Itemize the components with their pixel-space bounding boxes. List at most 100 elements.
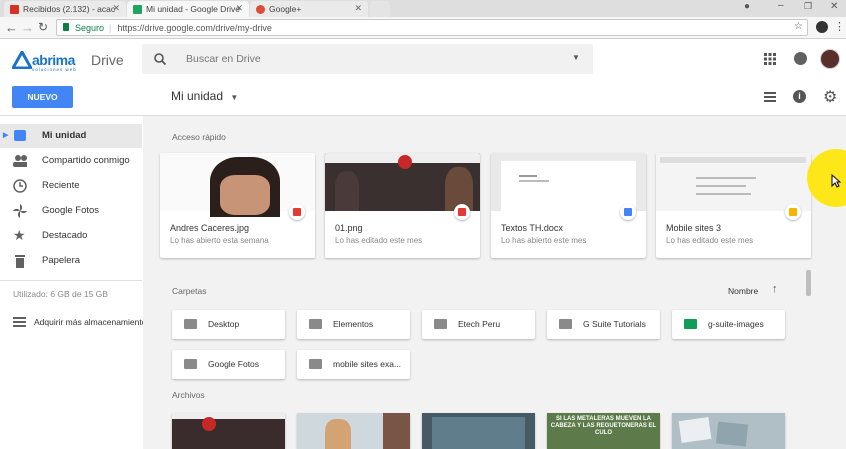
storage-usage: Utilizado: 6 GB de 15 GB bbox=[13, 289, 108, 299]
tab-label: Recibidos (2.132) - acac bbox=[23, 4, 116, 14]
file-name: Textos TH.docx bbox=[501, 223, 563, 233]
logo-subtitle: soluciones web bbox=[32, 67, 77, 72]
folder-name: mobile sites exa... bbox=[333, 359, 402, 369]
file-card[interactable] bbox=[172, 413, 285, 449]
buy-storage-label: Adquirir más almacenamiento bbox=[34, 317, 147, 327]
folder-name: Etech Peru bbox=[458, 319, 501, 329]
search-box[interactable]: Buscar en Drive ▼ bbox=[142, 44, 593, 74]
quick-access-heading: Acceso rápido bbox=[172, 132, 226, 142]
location-dropdown[interactable]: Mi unidad ▼ bbox=[171, 89, 238, 103]
drive-header: abrima soluciones web Drive Buscar en Dr… bbox=[0, 40, 846, 78]
page-title: Mi unidad bbox=[171, 89, 224, 103]
sort-name-button[interactable]: Nombre bbox=[728, 286, 758, 296]
new-button[interactable]: NUEVO bbox=[12, 86, 73, 108]
sidebar-item-starred[interactable]: ★ Destacado bbox=[0, 224, 142, 248]
folder-icon bbox=[184, 359, 197, 369]
file-card[interactable] bbox=[422, 413, 535, 449]
star-icon: ★ bbox=[13, 227, 26, 243]
profile-icon[interactable]: ● bbox=[744, 1, 750, 12]
buy-storage-link[interactable]: Adquirir más almacenamiento bbox=[0, 312, 160, 332]
bookmark-star-icon[interactable]: ☆ bbox=[794, 21, 803, 32]
doc-type-icon bbox=[620, 204, 636, 220]
folder-name: Elementos bbox=[333, 319, 374, 329]
product-name: Drive bbox=[91, 52, 124, 68]
forward-icon[interactable]: → bbox=[21, 20, 34, 35]
close-icon[interactable]: ✕ bbox=[112, 3, 120, 14]
people-icon bbox=[13, 155, 27, 167]
sidebar-divider bbox=[0, 280, 142, 281]
file-thumbnail-caption: SI LAS METALERAS MUEVEN LA CABEZA Y LAS … bbox=[550, 416, 657, 436]
minimize-icon[interactable]: – bbox=[778, 0, 784, 11]
settings-gear-icon[interactable]: ⚙ bbox=[823, 87, 837, 107]
sidebar-item-label: Mi unidad bbox=[42, 130, 87, 141]
folder-item[interactable]: Desktop bbox=[172, 310, 285, 339]
tab-label: Mi unidad - Google Drive bbox=[146, 4, 241, 14]
new-tab-button[interactable] bbox=[370, 1, 390, 17]
url-text: https://drive.google.com/drive/my-drive bbox=[117, 22, 272, 33]
browser-menu-icon[interactable]: ⋮ bbox=[834, 20, 845, 33]
sidebar-item-label: Destacado bbox=[42, 230, 88, 241]
file-activity: Lo has editado este mes bbox=[666, 236, 754, 245]
sidebar-item-trash[interactable]: Papelera bbox=[0, 249, 142, 273]
logo-icon bbox=[12, 51, 32, 69]
main-content: Acceso rápido Andres Caceres.jpg Lo has … bbox=[143, 116, 846, 449]
close-icon[interactable]: ✕ bbox=[354, 3, 362, 14]
folder-item[interactable]: Elementos bbox=[297, 310, 410, 339]
quick-access-card[interactable]: Andres Caceres.jpg Lo has abierto esta s… bbox=[160, 153, 315, 258]
file-card[interactable]: SI LAS METALERAS MUEVEN LA CABEZA Y LAS … bbox=[547, 413, 660, 449]
window-close-icon[interactable]: ✕ bbox=[830, 1, 838, 12]
tab-gmail[interactable]: Recibidos (2.132) - acac ✕ bbox=[4, 1, 126, 17]
folder-icon bbox=[184, 319, 197, 329]
file-thumbnail bbox=[491, 153, 646, 211]
list-view-icon[interactable] bbox=[764, 92, 776, 102]
slides-type-icon bbox=[785, 204, 801, 220]
sidebar-item-recent[interactable]: Reciente bbox=[0, 174, 142, 198]
maximize-icon[interactable]: ❐ bbox=[804, 1, 812, 12]
clock-icon bbox=[13, 179, 27, 193]
image-type-icon bbox=[454, 204, 470, 220]
apps-grid-icon[interactable] bbox=[764, 53, 776, 65]
sidebar-item-shared[interactable]: Compartido conmigo bbox=[0, 149, 142, 173]
folder-item[interactable]: Etech Peru bbox=[422, 310, 535, 339]
file-card[interactable] bbox=[672, 413, 785, 449]
image-type-icon bbox=[289, 204, 305, 220]
info-icon[interactable]: i bbox=[793, 90, 806, 103]
avatar[interactable] bbox=[820, 49, 840, 69]
sidebar-item-my-drive[interactable]: ▶ Mi unidad bbox=[0, 124, 142, 148]
search-input[interactable]: Buscar en Drive bbox=[186, 53, 261, 65]
notifications-icon[interactable] bbox=[794, 52, 807, 65]
file-name: Andres Caceres.jpg bbox=[170, 223, 250, 233]
caret-down-icon: ▼ bbox=[230, 93, 239, 102]
sidebar-item-photos[interactable]: Google Fotos bbox=[0, 199, 142, 223]
tab-google-plus[interactable]: Google+ ✕ bbox=[250, 1, 368, 17]
folder-item[interactable]: g-suite-images bbox=[672, 310, 785, 339]
back-icon[interactable]: ← bbox=[5, 20, 18, 35]
logo-text: abrima bbox=[32, 52, 75, 68]
file-card[interactable] bbox=[297, 413, 410, 449]
search-options-icon[interactable]: ▼ bbox=[572, 53, 580, 62]
quick-access-card[interactable]: Mobile sites 3 Lo has editado este mes bbox=[656, 153, 811, 258]
folder-item[interactable]: mobile sites exa... bbox=[297, 350, 410, 379]
folder-name: G Suite Tutorials bbox=[583, 319, 646, 329]
folder-item[interactable]: Google Fotos bbox=[172, 350, 285, 379]
sidebar-item-label: Compartido conmigo bbox=[42, 155, 130, 166]
folder-name: Google Fotos bbox=[208, 359, 260, 369]
quick-access-card[interactable]: Textos TH.docx Lo has abierto este mes bbox=[491, 153, 646, 258]
file-thumbnail bbox=[160, 153, 315, 217]
mouse-cursor-icon bbox=[831, 174, 841, 188]
sidebar-item-label: Google Fotos bbox=[42, 205, 100, 216]
quick-access-card[interactable]: 01.png Lo has editado este mes bbox=[325, 153, 480, 258]
drive-icon bbox=[133, 4, 142, 14]
folder-item[interactable]: G Suite Tutorials bbox=[547, 310, 660, 339]
url-input[interactable]: Seguro | https://drive.google.com/drive/… bbox=[56, 19, 808, 36]
address-bar: ← → ↻ Seguro | https://drive.google.com/… bbox=[0, 17, 846, 39]
reload-icon[interactable]: ↻ bbox=[38, 20, 48, 34]
close-icon[interactable]: ✕ bbox=[235, 3, 243, 14]
tab-drive[interactable]: Mi unidad - Google Drive ✕ bbox=[127, 1, 249, 17]
gmail-icon bbox=[10, 4, 19, 14]
scrollbar-thumb[interactable] bbox=[806, 270, 811, 296]
sort-arrow-up-icon[interactable]: ↑ bbox=[772, 283, 778, 295]
expand-arrow-icon[interactable]: ▶ bbox=[3, 131, 8, 139]
folder-name: Desktop bbox=[208, 319, 240, 329]
extension-icon[interactable] bbox=[816, 21, 828, 33]
